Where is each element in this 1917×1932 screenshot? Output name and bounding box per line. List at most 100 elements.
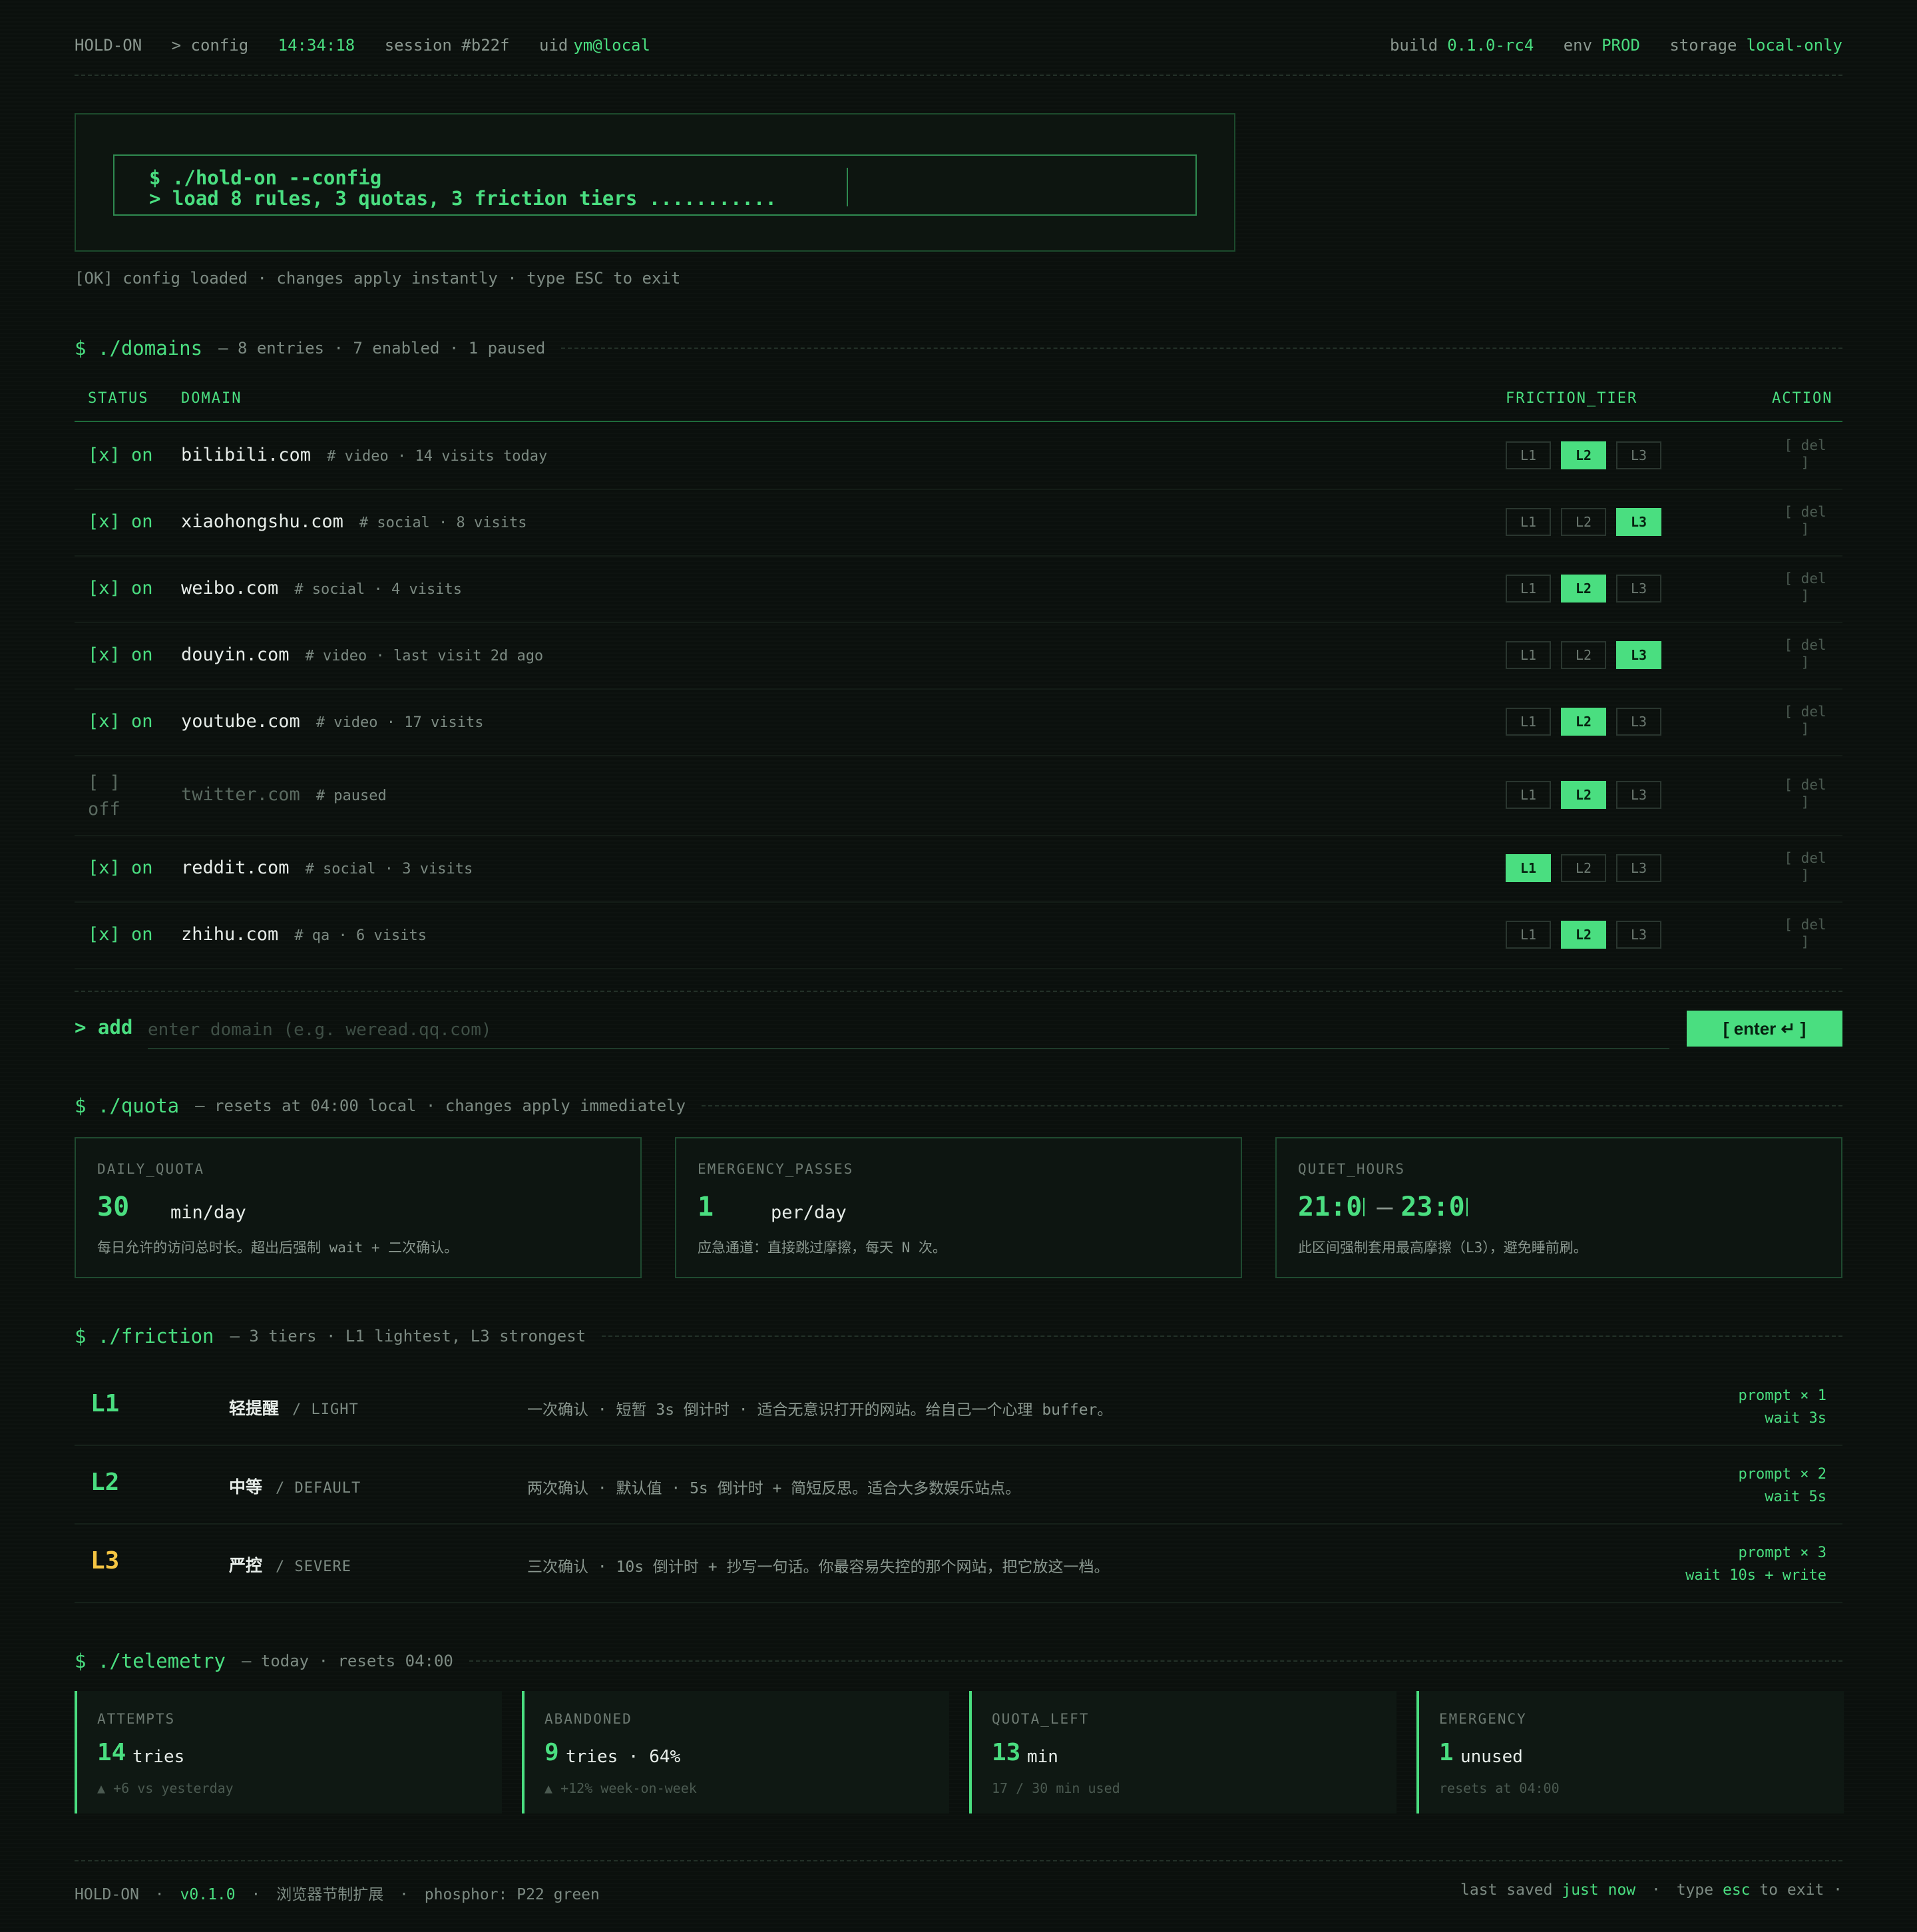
divider: [75, 991, 1842, 992]
friction-level: L2: [91, 1469, 120, 1496]
tier-button-l2[interactable]: L2: [1561, 441, 1606, 469]
quota-card-emergency[interactable]: EMERGENCY_PASSES 1 per/day 应急通道：直接跳过摩擦，每…: [675, 1137, 1242, 1278]
tier-button-l2[interactable]: L2: [1561, 781, 1606, 809]
tier-button-l3[interactable]: L3: [1616, 781, 1661, 809]
domain-note: # social · 3 visits: [305, 861, 473, 877]
add-domain-input[interactable]: [148, 1012, 1669, 1049]
telemetry-sub: 17 / 30 min used: [992, 1780, 1120, 1796]
tier-button-l1[interactable]: L1: [1506, 508, 1551, 536]
domain-name: zhihu.com: [181, 924, 279, 945]
status-toggle[interactable]: [x] on: [88, 644, 153, 665]
status-toggle[interactable]: [x] on: [88, 578, 153, 599]
delete-button[interactable]: [ del ]: [1779, 776, 1832, 811]
tier-button-l2[interactable]: L2: [1561, 921, 1606, 949]
status-line: [OK] config loaded · changes apply insta…: [75, 269, 681, 288]
tier-button-l1[interactable]: L1: [1506, 854, 1551, 882]
domain-note: # video · 17 visits: [316, 714, 484, 731]
telemetry-card: ABANDONED 9 tries · 64% ▲ +12% week-on-week: [522, 1691, 949, 1813]
telemetry-card: EMERGENCY 1 unused resets at 04:00: [1416, 1691, 1844, 1813]
divider: [561, 348, 1842, 349]
delete-button[interactable]: [ del ]: [1779, 916, 1832, 951]
tier-selector: L1 L2 L3: [1506, 441, 1671, 469]
storage-label: storage: [1669, 36, 1737, 55]
domain-cell: zhihu.com # qa · 6 visits: [181, 924, 427, 945]
telemetry-label: QUOTA_LEFT: [992, 1711, 1090, 1727]
col-header-status: STATUS: [88, 390, 149, 407]
table-row: [x] on xiaohongshu.com # social · 8 visits…: [75, 489, 1842, 557]
tier-button-l2[interactable]: L2: [1561, 575, 1606, 603]
friction-wait: wait 5s: [1765, 1489, 1826, 1505]
domain-name: twitter.com: [181, 784, 300, 805]
friction-row: L3 严控 / SEVERE 三次确认 · 10s 倒计时 + 抄写一句话。你最容易失…: [75, 1525, 1842, 1603]
tier-button-l3[interactable]: L3: [1616, 575, 1661, 603]
quota-card-daily[interactable]: DAILY_QUOTA 30 min/day 每日允许的访问总时长。超出后强制 …: [75, 1137, 642, 1278]
telemetry-unit: tries: [132, 1747, 185, 1767]
tier-button-l1[interactable]: L1: [1506, 708, 1551, 736]
tier-button-l3[interactable]: L3: [1616, 921, 1661, 949]
tier-button-l1[interactable]: L1: [1506, 441, 1551, 469]
domain-name: xiaohongshu.com: [181, 511, 343, 532]
quiet-hours-end[interactable]: 23:0: [1400, 1192, 1464, 1222]
table-row: [x] on douyin.com # video · last visit 2d …: [75, 622, 1842, 690]
tier-button-l2[interactable]: L2: [1561, 508, 1606, 536]
status-toggle[interactable]: [x] on: [88, 711, 153, 732]
col-header-tier: FRICTION_TIER: [1506, 390, 1638, 407]
tier-button-l3[interactable]: L3: [1616, 854, 1661, 882]
tier-button-l3[interactable]: L3: [1616, 441, 1661, 469]
tier-button-l2[interactable]: L2: [1561, 854, 1606, 882]
domains-section-header: $ ./domains — 8 entries · 7 enabled · 1 …: [75, 337, 1842, 360]
tier-button-l1[interactable]: L1: [1506, 641, 1551, 669]
quota-card-desc: 每日允许的访问总时长。超出后强制 wait + 二次确认。: [97, 1240, 459, 1256]
quota-card-value[interactable]: 1: [698, 1192, 714, 1222]
enter-button[interactable]: [ enter ↵ ]: [1687, 1011, 1842, 1047]
domain-note: # video · last visit 2d ago: [305, 648, 544, 664]
telemetry-card: QUOTA_LEFT 13 min 17 / 30 min used: [969, 1691, 1396, 1813]
separator: ·: [1651, 1881, 1661, 1899]
footer-version: v0.1.0: [180, 1886, 236, 1903]
delete-button[interactable]: [ del ]: [1779, 570, 1832, 604]
delete-button[interactable]: [ del ]: [1779, 437, 1832, 471]
tier-selector: L1 L2 L3: [1506, 575, 1671, 603]
tier-button-l2[interactable]: L2: [1561, 641, 1606, 669]
delete-button[interactable]: [ del ]: [1779, 636, 1832, 671]
telemetry-value: 14: [97, 1739, 126, 1766]
status-toggle[interactable]: [ ] off: [88, 770, 128, 823]
friction-name-cell: 严控 / SEVERE: [229, 1553, 351, 1576]
separator: ·: [154, 1886, 164, 1903]
friction-prompt: prompt × 1: [1738, 1387, 1826, 1404]
tier-button-l1[interactable]: L1: [1506, 575, 1551, 603]
tier-button-l3[interactable]: L3: [1616, 708, 1661, 736]
telemetry-unit: unused: [1460, 1747, 1523, 1767]
quota-meta: — resets at 04:00 local · changes apply …: [195, 1096, 686, 1115]
status-toggle[interactable]: [x] on: [88, 924, 153, 945]
quota-card-label: EMERGENCY_PASSES: [698, 1161, 854, 1177]
session-id: session #b22f: [384, 36, 510, 55]
delete-button[interactable]: [ del ]: [1779, 703, 1832, 738]
domain-note: # video · 14 visits today: [327, 448, 548, 465]
tier-button-l3[interactable]: L3: [1616, 508, 1661, 536]
terminal-panel: $ ./hold-on --config > load 8 rules, 3 q…: [75, 113, 1235, 252]
telemetry-cmd: $ ./telemetry: [75, 1650, 226, 1672]
quota-card-value[interactable]: 30: [97, 1192, 129, 1222]
tier-button-l3[interactable]: L3: [1616, 641, 1661, 669]
tier-button-l1[interactable]: L1: [1506, 921, 1551, 949]
delete-button[interactable]: [ del ]: [1779, 503, 1832, 538]
quiet-hours-start[interactable]: 21:0: [1298, 1192, 1362, 1222]
friction-desc: 三次确认 · 10s 倒计时 + 抄写一句话。你最容易失控的那个网站，把它放这一…: [527, 1559, 1110, 1576]
tier-button-l1[interactable]: L1: [1506, 781, 1551, 809]
quiet-hours-range: 21:0 — 23:0: [1298, 1192, 1468, 1222]
quota-card-unit: per/day: [771, 1202, 847, 1223]
status-toggle[interactable]: [x] on: [88, 511, 153, 532]
telemetry-unit: tries · 64%: [566, 1747, 681, 1767]
delete-button[interactable]: [ del ]: [1779, 849, 1832, 884]
status-toggle[interactable]: [x] on: [88, 445, 153, 465]
quota-card-quiet-hours[interactable]: QUIET_HOURS 21:0 — 23:0 此区间强制套用最高摩擦（L3），…: [1275, 1137, 1842, 1278]
top-bar: HOLD-ON > config 14:34:18 session #b22f …: [75, 32, 1842, 59]
col-header-domain: DOMAIN: [181, 390, 242, 407]
table-row: [x] on bilibili.com # video · 14 visits to…: [75, 422, 1842, 490]
tier-button-l2[interactable]: L2: [1561, 708, 1606, 736]
friction-name: 严控: [229, 1556, 263, 1575]
friction-tag: / SEVERE: [276, 1559, 351, 1575]
status-toggle[interactable]: [x] on: [88, 857, 153, 878]
friction-level: L3: [91, 1547, 120, 1574]
